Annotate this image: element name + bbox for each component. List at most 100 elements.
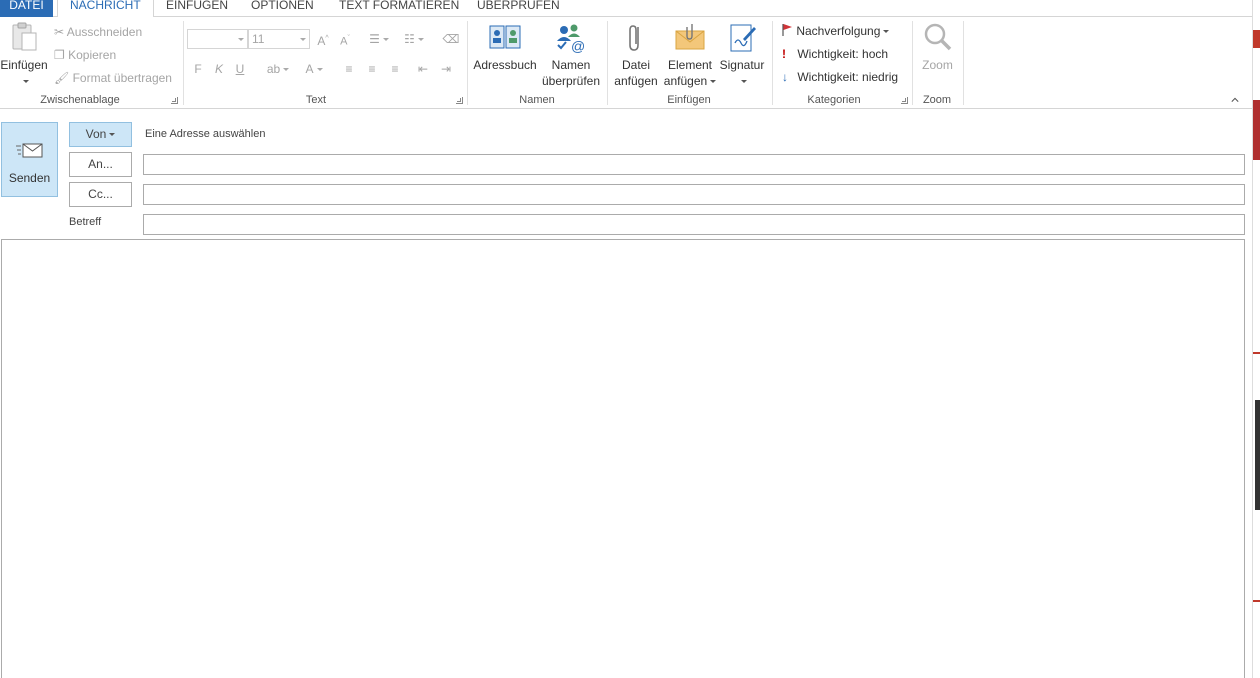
follow-up-button[interactable]: Nachverfolgung: [781, 21, 890, 41]
clipboard-group-label: Zwischenablage: [40, 94, 120, 106]
cc-button[interactable]: Cc...: [69, 182, 132, 207]
follow-up-dropdown-icon: [883, 30, 890, 34]
text-launcher-icon[interactable]: [456, 97, 463, 104]
zoom-label: Zoom: [922, 58, 953, 72]
group-divider: [772, 21, 773, 105]
exclamation-icon: !: [782, 47, 786, 61]
check-names-label-line1: Namen: [551, 58, 591, 72]
numbering-icon[interactable]: ☷: [398, 29, 430, 49]
cc-field[interactable]: [143, 184, 1245, 205]
paperclip-icon: [629, 25, 639, 51]
from-value: Eine Adresse auswählen: [145, 128, 266, 140]
magnifier-icon: [924, 23, 951, 51]
clear-formatting-icon[interactable]: ⌫: [442, 29, 460, 49]
low-importance-button[interactable]: ↓ Wichtigkeit: niedrig: [782, 67, 898, 87]
subject-field[interactable]: [143, 214, 1245, 235]
attach-item-button[interactable]: Element anfügen: [661, 21, 719, 89]
group-divider: [467, 21, 468, 105]
tab-message[interactable]: NACHRICHT: [57, 0, 154, 18]
copy-button[interactable]: ❐ Kopieren: [54, 45, 116, 65]
to-button[interactable]: An...: [69, 152, 132, 177]
paste-dropdown-icon: [22, 80, 29, 84]
check-names-button[interactable]: @ Namen überprüfen: [540, 21, 602, 89]
attach-item-label-line1: Element: [667, 58, 713, 72]
scissors-icon: ✂: [54, 25, 65, 39]
paste-label: Einfügen: [0, 58, 48, 72]
tab-file[interactable]: DATEI: [0, 0, 53, 17]
bullets-icon[interactable]: ☰: [364, 29, 394, 49]
format-painter-label: Format übertragen: [72, 71, 172, 85]
background-window-edge: [1252, 0, 1260, 678]
decrease-indent-icon[interactable]: ⇤: [414, 59, 432, 79]
increase-indent-icon[interactable]: ⇥: [437, 59, 455, 79]
envelope-attach-icon: [675, 24, 705, 50]
tab-review[interactable]: ÜBERPRÜFEN: [471, 0, 566, 17]
text-group-label: Text: [305, 94, 327, 106]
cut-button[interactable]: ✂ Ausschneiden: [54, 22, 142, 42]
tags-group-label: Kategorien: [807, 94, 861, 106]
attach-item-dropdown-icon: [710, 80, 717, 84]
tab-options[interactable]: OPTIONEN: [245, 0, 320, 17]
group-divider: [912, 21, 913, 105]
format-painter-button[interactable]: 🖌 Format übertragen: [54, 68, 172, 88]
attach-item-label-line2: anfügen: [663, 74, 708, 88]
font-size-combo[interactable]: 11: [248, 29, 310, 49]
address-book-button[interactable]: Adressbuch: [472, 21, 538, 73]
signature-dropdown-icon: [740, 80, 747, 84]
italic-button[interactable]: K: [211, 59, 227, 79]
attach-file-button[interactable]: Datei anfügen: [611, 21, 661, 89]
ribbon-tab-bar: DATEI NACHRICHT EINFÜGEN OPTIONEN TEXT F…: [0, 0, 1252, 18]
clipboard-icon: [12, 22, 37, 51]
paintbrush-icon: 🖌: [54, 71, 70, 85]
collapse-ribbon-icon[interactable]: [1231, 96, 1239, 104]
signature-button[interactable]: Signatur: [717, 21, 767, 89]
font-size-value: 11: [252, 32, 265, 46]
shrink-font-icon[interactable]: Aˇ: [336, 29, 354, 49]
check-names-label-line2: überprüfen: [541, 74, 601, 88]
tab-insert[interactable]: EINFÜGEN: [160, 0, 234, 17]
paste-button[interactable]: Einfügen: [0, 21, 48, 89]
include-group-label: Einfügen: [667, 94, 711, 106]
flag-icon: [782, 24, 792, 36]
send-label: Senden: [8, 171, 51, 185]
font-name-dropdown-icon: [238, 38, 244, 41]
group-divider: [183, 21, 184, 105]
grow-font-icon[interactable]: A^: [314, 29, 332, 49]
address-book-icon: [489, 25, 521, 49]
svg-text:@: @: [571, 38, 585, 53]
address-book-label: Adressbuch: [473, 58, 537, 72]
group-divider: [607, 21, 608, 105]
signature-icon: [730, 24, 756, 52]
send-envelope-icon: [16, 143, 43, 158]
follow-up-label: Nachverfolgung: [796, 24, 881, 38]
from-button-label: Von: [85, 127, 107, 141]
underline-button[interactable]: U: [232, 59, 248, 79]
names-group-label: Namen: [519, 94, 555, 106]
copy-icon: ❐: [54, 48, 65, 62]
font-name-combo[interactable]: [187, 29, 248, 49]
from-button[interactable]: Von: [69, 122, 132, 147]
high-importance-button[interactable]: ! Wichtigkeit: hoch: [782, 44, 888, 64]
font-color-icon[interactable]: A: [300, 59, 328, 79]
clipboard-launcher-icon[interactable]: [171, 97, 178, 104]
from-dropdown-icon: [109, 133, 116, 137]
align-center-icon[interactable]: ≡: [363, 59, 381, 79]
align-right-icon[interactable]: ≡: [386, 59, 404, 79]
signature-label: Signatur: [719, 58, 765, 72]
zoom-group-label: Zoom: [922, 94, 952, 106]
attach-file-label-line2: anfügen: [614, 74, 658, 88]
to-field[interactable]: [143, 154, 1245, 175]
font-size-dropdown-icon: [300, 38, 306, 41]
ribbon: Einfügen ✂ Ausschneiden ❐ Kopieren 🖌 For…: [0, 17, 1252, 109]
cut-label: Ausschneiden: [66, 25, 143, 39]
highlight-color-icon[interactable]: ab: [262, 59, 294, 79]
tab-format-text[interactable]: TEXT FORMATIEREN: [333, 0, 465, 17]
group-divider: [963, 21, 964, 105]
check-names-icon: @: [557, 24, 585, 53]
align-left-icon[interactable]: ≡: [340, 59, 358, 79]
copy-label: Kopieren: [68, 48, 117, 62]
message-body[interactable]: [1, 239, 1245, 678]
zoom-button[interactable]: Zoom: [915, 21, 960, 73]
bold-button[interactable]: F: [190, 59, 206, 79]
send-button[interactable]: Senden: [1, 122, 58, 197]
